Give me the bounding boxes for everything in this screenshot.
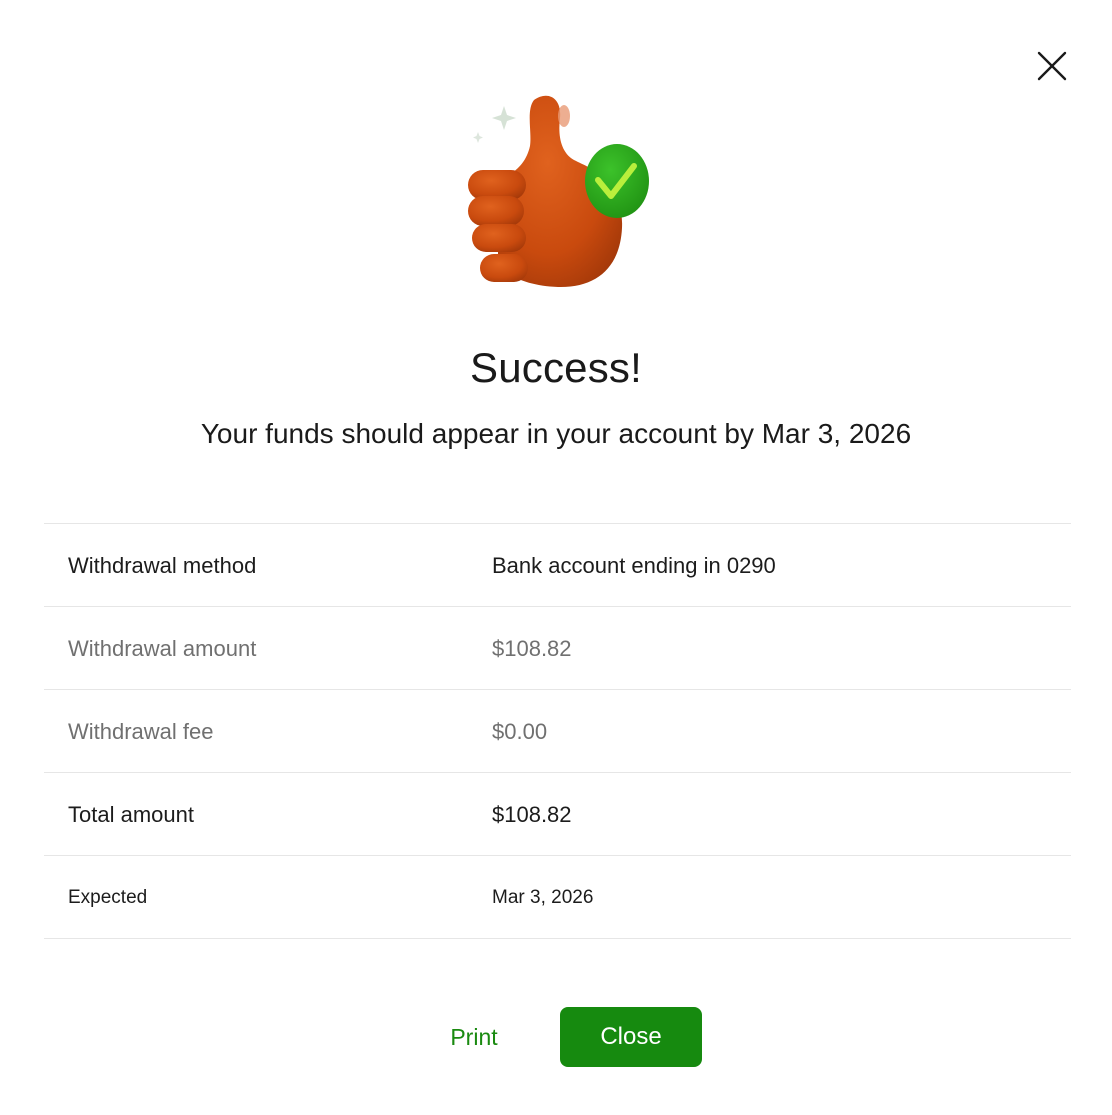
detail-value: $108.82 [492,636,572,661]
detail-value: Mar 3, 2026 [492,887,594,908]
detail-label: Expected [68,887,148,908]
detail-label: Withdrawal amount [68,636,257,661]
thumbs-up-check-icon [456,88,656,293]
detail-row-total-amount: Total amount $108.82 [44,773,1071,856]
print-button[interactable]: Print [430,1007,518,1067]
dialog-actions: Print Close [0,1007,1112,1067]
detail-value: Bank account ending in 0290 [492,553,776,578]
detail-value: $0.00 [492,719,548,744]
success-subtitle: Your funds should appear in your account… [200,418,912,449]
success-title: Success! [470,344,642,391]
detail-row-withdrawal-method: Withdrawal method Bank account ending in… [44,524,1071,607]
detail-row-withdrawal-amount: Withdrawal amount $108.82 [44,607,1071,690]
success-dialog: Success! Your funds should appear in you… [0,0,1112,1115]
withdrawal-details: Withdrawal method Bank account ending in… [44,523,1071,939]
detail-row-withdrawal-fee: Withdrawal fee $0.00 [44,690,1071,773]
detail-value: $108.82 [492,802,572,827]
close-icon[interactable] [1034,48,1070,84]
detail-label: Withdrawal fee [68,719,214,744]
close-button[interactable]: Close [560,1007,702,1067]
detail-label: Withdrawal method [68,553,257,578]
detail-label: Total amount [68,802,194,827]
detail-row-expected: Expected Mar 3, 2026 [44,856,1071,939]
